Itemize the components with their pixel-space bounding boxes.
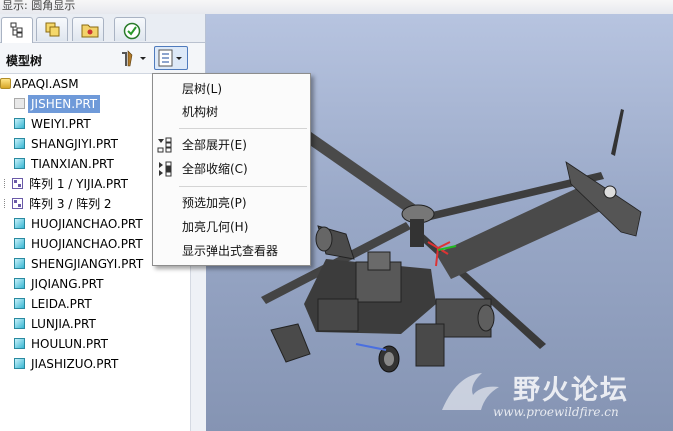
part-icon — [14, 338, 25, 349]
part-icon — [14, 258, 25, 269]
tree-item[interactable]: JIASHIZUO.PRT — [0, 354, 200, 374]
tree-item-label: HOULUN.PRT — [31, 337, 108, 351]
collapse-all-icon — [159, 161, 172, 177]
tree-item[interactable]: LEIDA.PRT — [0, 294, 200, 314]
tab-favorites[interactable] — [114, 17, 146, 41]
pattern-icon — [12, 198, 23, 209]
tree-item-label: HUOJIANCHAO.PRT — [31, 217, 143, 231]
part-icon — [14, 238, 25, 249]
tree-settings-button[interactable] — [118, 46, 152, 70]
tree-item-label: 阵列 3 / 阵列 2 — [29, 197, 112, 211]
menu-separator — [179, 186, 307, 187]
tree-item-label: TIANXIAN.PRT — [31, 157, 114, 171]
part-icon — [14, 358, 25, 369]
assembly-icon — [0, 78, 11, 89]
tree-item-label: WEIYI.PRT — [31, 117, 91, 131]
tree-item-label: SHENGJIANGYI.PRT — [31, 257, 144, 271]
tree-item-label: JISHEN.PRT — [28, 95, 101, 113]
menu-item-mechanism-tree[interactable]: 机构树 — [153, 101, 310, 123]
model-tree-header: 模型树 — [0, 43, 205, 74]
status-text: 显示: 圆角显示 — [2, 0, 76, 12]
tree-item-label: JIQIANG.PRT — [31, 277, 104, 291]
tree-item[interactable]: HOULUN.PRT — [0, 334, 200, 354]
model-tree-icon — [10, 22, 23, 38]
menu-item-label: 机构树 — [182, 105, 219, 119]
part-icon — [14, 118, 25, 129]
watermark-name: 野火论坛 — [513, 375, 629, 406]
watermark: 野火论坛 www.proewildfire.cn — [437, 365, 667, 427]
watermark-url: www.proewildfire.cn — [493, 405, 619, 419]
menu-item-highlight-geometry[interactable]: 加亮几何(H) — [153, 216, 310, 238]
tree-item-label: HUOJIANCHAO.PRT — [31, 237, 143, 251]
menu-separator — [179, 128, 307, 129]
tab-folder[interactable] — [72, 17, 104, 41]
menu-item-label: 全部收缩(C) — [182, 162, 248, 176]
expand-all-icon — [157, 137, 172, 153]
tree-item[interactable]: JIQIANG.PRT — [0, 274, 200, 294]
tree-item-label: JIASHIZUO.PRT — [31, 357, 119, 371]
part-icon — [14, 138, 25, 149]
tree-item-label: LEIDA.PRT — [31, 297, 92, 311]
show-menu-icon — [158, 49, 182, 67]
tree-item-label: LUNJIA.PRT — [31, 317, 96, 331]
tab-layers[interactable] — [36, 17, 68, 41]
part-icon — [14, 218, 25, 229]
part-icon — [14, 298, 25, 309]
menu-item-popup-viewer[interactable]: 显示弹出式查看器 — [153, 240, 310, 262]
menu-item-label: 预选加亮(P) — [182, 196, 247, 210]
menu-item-label: 层树(L) — [182, 82, 223, 96]
tree-item-label: APAQI.ASM — [13, 77, 79, 91]
layers-icon — [45, 22, 60, 37]
tree-item-label: SHANGJIYI.PRT — [31, 137, 118, 151]
show-menu-button[interactable] — [154, 46, 188, 70]
part-icon — [14, 158, 25, 169]
menu-item-layer-tree[interactable]: 层树(L) — [153, 78, 310, 100]
pattern-icon — [12, 178, 23, 189]
menu-item-expand-all[interactable]: 全部展开(E) — [153, 134, 310, 156]
menu-item-preselect-highlight[interactable]: 预选加亮(P) — [153, 192, 310, 214]
expand-toggle-icon[interactable] — [4, 179, 12, 188]
menu-item-label: 显示弹出式查看器 — [182, 244, 279, 258]
tree-item[interactable]: LUNJIA.PRT — [0, 314, 200, 334]
status-bar: 显示: 圆角显示 — [0, 0, 673, 14]
show-dropdown-menu: 层树(L) 机构树 全部展开(E) 全部收缩(C) 预选加亮(P) 加亮几何(H… — [152, 73, 311, 266]
part-icon — [14, 318, 25, 329]
menu-item-label: 全部展开(E) — [182, 138, 247, 152]
folder-icon — [81, 24, 99, 38]
tree-item-label: 阵列 1 / YIJIA.PRT — [29, 177, 128, 191]
tab-model-tree[interactable] — [1, 17, 33, 43]
expand-toggle-icon[interactable] — [4, 199, 12, 208]
menu-item-label: 加亮几何(H) — [182, 220, 249, 234]
part-icon — [14, 278, 25, 289]
menu-item-collapse-all[interactable]: 全部收缩(C) — [153, 158, 310, 180]
favorites-icon — [123, 22, 141, 40]
navigator-tabs — [0, 14, 205, 43]
settings-tools-icon — [122, 50, 146, 67]
part-icon — [14, 98, 25, 109]
model-tree-title: 模型树 — [6, 54, 43, 68]
